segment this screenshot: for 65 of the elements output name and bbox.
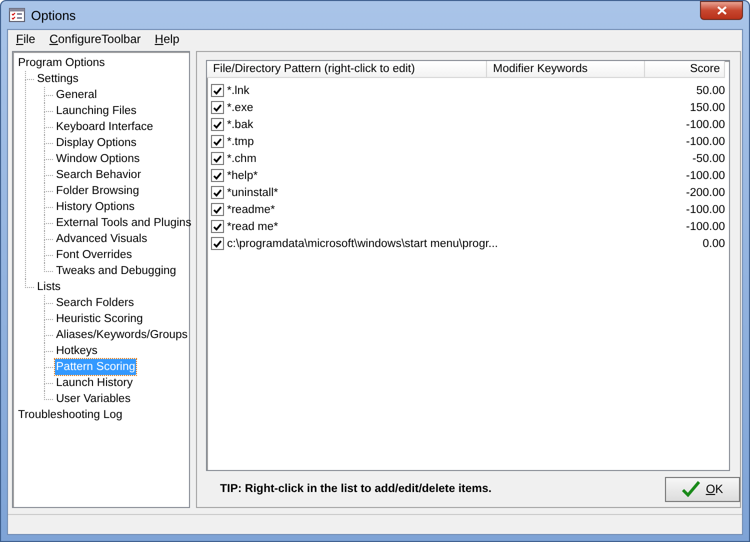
tree-item[interactable]: Lists: [36, 279, 62, 295]
close-icon: [716, 6, 726, 14]
checkbox[interactable]: [211, 186, 224, 199]
table-cell-text: -100.00: [684, 170, 726, 182]
tree-item[interactable]: Folder Browsing: [55, 183, 140, 199]
checkbox[interactable]: [211, 237, 224, 250]
checkbox[interactable]: [211, 84, 224, 97]
table-cell-text: *.chm: [227, 152, 258, 164]
table-cell-text: *help*: [227, 170, 259, 182]
table-cell-text: *uninstall*: [227, 186, 280, 198]
checkbox[interactable]: [211, 169, 224, 182]
table-cell-text: 50.00: [695, 84, 726, 96]
table-cell-text: *.exe: [227, 102, 254, 114]
tree-item[interactable]: Heuristic Scoring: [55, 311, 144, 327]
menu-item[interactable]: ConfigureToolbar: [49, 32, 141, 46]
tree-item[interactable]: Font Overrides: [55, 247, 134, 263]
tree-item[interactable]: User Variables: [55, 391, 132, 407]
table-cell-text: *read me*: [227, 220, 280, 232]
checkmark-icon: [682, 481, 700, 497]
table-cell-text: *.tmp: [227, 136, 255, 148]
table-cell-text: c:\programdata\microsoft\windows\start menu\progr...: [227, 238, 499, 250]
checkbox[interactable]: [211, 135, 224, 148]
checkbox[interactable]: [211, 220, 224, 233]
close-button[interactable]: [700, 0, 743, 20]
column-header[interactable]: Score: [645, 61, 725, 78]
tree-item[interactable]: Troubleshooting Log: [17, 407, 124, 423]
table-cell-text: *.lnk: [227, 84, 250, 96]
tree-item[interactable]: General: [55, 87, 98, 103]
table-cell-text: -100.00: [684, 118, 726, 130]
tree-item[interactable]: Hotkeys: [55, 343, 99, 359]
tree-item[interactable]: Keyboard Interface: [55, 119, 154, 135]
table-cell-text: -100.00: [684, 204, 726, 216]
tree-item[interactable]: Program Options: [17, 55, 106, 71]
column-header[interactable]: File/Directory Pattern (right-click to edit): [207, 61, 487, 78]
tip-text: TIP: Right-click in the list to add/edit/delete items.: [220, 483, 492, 495]
tree-item[interactable]: Tweaks and Debugging: [55, 263, 178, 279]
tree-item[interactable]: Settings: [36, 71, 80, 87]
tree-item[interactable]: History Options: [55, 199, 136, 215]
tree-item[interactable]: Display Options: [55, 135, 138, 151]
tree-item[interactable]: External Tools and Plugins: [55, 215, 192, 231]
window-title: Options: [31, 8, 77, 22]
menu-item[interactable]: Help: [154, 32, 180, 46]
table-cell-text: -100.00: [684, 220, 726, 232]
checkbox[interactable]: [211, 101, 224, 114]
ok-button[interactable]: OK: [665, 476, 740, 502]
menu-item[interactable]: File: [16, 32, 36, 46]
tree-item[interactable]: Launch History: [55, 375, 134, 391]
checkbox[interactable]: [211, 152, 224, 165]
tree-item[interactable]: Window Options: [55, 151, 141, 167]
checklist-icon: [9, 7, 25, 23]
tree-item[interactable]: Search Folders: [55, 295, 135, 311]
table-cell-text: -50.00: [691, 152, 726, 164]
table-cell-text: *.bak: [227, 118, 254, 130]
table-cell-text: -200.00: [684, 186, 726, 198]
table-cell-text: *readme*: [227, 204, 276, 216]
checkbox[interactable]: [211, 118, 224, 131]
table-cell-text: 150.00: [688, 102, 726, 114]
tree-item[interactable]: Advanced Visuals: [55, 231, 148, 247]
tree-item[interactable]: Search Behavior: [55, 167, 142, 183]
column-header[interactable]: Modifier Keywords: [487, 61, 645, 78]
checkbox[interactable]: [211, 203, 224, 216]
tree-item[interactable]: Aliases/Keywords/Groups: [55, 327, 189, 343]
table-cell-text: -100.00: [684, 136, 726, 148]
tree-item[interactable]: Launching Files: [55, 103, 138, 119]
table-cell-text: 0.00: [702, 238, 726, 250]
